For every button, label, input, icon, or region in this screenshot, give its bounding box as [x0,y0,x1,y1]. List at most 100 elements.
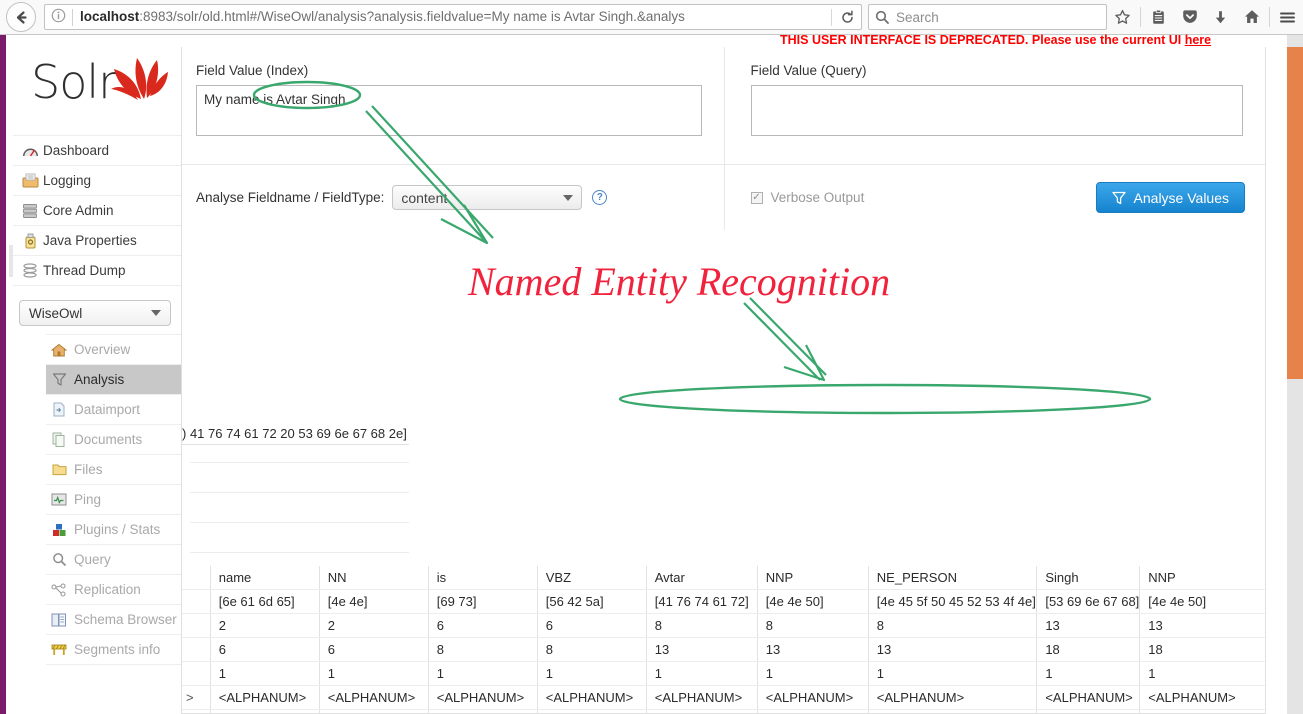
table-row: 2 2 6 6 8 8 8 13 13 [182,613,1267,638]
stub-divider-2 [190,492,409,493]
table-cell: 1 [536,661,647,686]
table-cell: [69 73] [427,589,538,614]
analyse-values-button[interactable]: Analyse Values [1095,182,1245,213]
reload-icon [841,9,853,23]
stub-divider-1 [190,462,409,463]
verbose-output-toggle[interactable]: ✓ Verbose Output [750,190,864,205]
table-cell: 1 [1036,661,1140,686]
table-body-1: name NN is VBZ Avtar NNP NE_PERSON Singh NNP [6e … [182,566,1267,714]
home-button[interactable] [1236,3,1267,31]
table-cell: <ALPHANUM> [318,685,429,710]
logging-icon [21,172,39,190]
verbose-checkbox[interactable]: ✓ [750,191,763,204]
row-marker-cell [182,709,211,714]
solr-logo[interactable]: Solr [13,35,181,135]
table-cell: 2 [318,709,429,714]
page-scrollbar-thumb[interactable] [1287,47,1303,379]
sidebar-item-analysis[interactable]: Analysis [46,365,181,395]
back-button[interactable] [6,2,36,32]
sidebar-item-java-properties[interactable]: Java Properties [13,226,181,256]
table-cell: 1 [318,661,429,686]
row-marker-cell [182,637,211,662]
browser-search-bar[interactable]: Search [868,4,1107,30]
results-table-block-1: name NN is VBZ Avtar NNP NE_PERSON Singh NNP [6e … [182,566,1267,714]
page-info-icon[interactable] [51,8,66,26]
java-properties-icon [21,232,39,250]
files-folder-icon [50,461,68,479]
sidebar-item-label: Logging [43,173,92,188]
table-cell: 8 [867,613,1037,638]
pocket-button[interactable] [1174,3,1205,31]
url-divider [72,8,73,26]
table-cell: 1 [867,661,1037,686]
library-button[interactable] [1143,3,1174,31]
bookmark-button[interactable] [1107,3,1138,31]
deprecation-banner: THIS USER INTERFACE IS DEPRECATED. Pleas… [780,33,1280,47]
row-marker-cell: > [182,685,211,710]
sidebar-item-documents[interactable]: Documents [46,425,181,455]
table-cell: <ALPHANUM> [645,685,758,710]
url-bar[interactable]: localhost:8983/solr/old.html#/WiseOwl/an… [44,4,862,30]
table-cell: 6 [536,613,647,638]
dataimport-icon [50,401,68,419]
downloads-button[interactable] [1205,3,1236,31]
table-cell: 4 [756,709,869,714]
fieldtype-group: Analyse Fieldname / FieldType: content ? [182,165,724,230]
sidebar-item-overview[interactable]: Overview [46,335,181,365]
table-cell: [4e 45 5f 50 45 52 53 4f 4e] [867,589,1037,614]
core-selector[interactable]: WiseOwl [19,300,171,326]
table-cell: <ALPHANUM> [209,685,320,710]
chevron-down-icon [563,194,574,201]
sidebar-item-plugins-stats[interactable]: Plugins / Stats [46,515,181,545]
sidebar-item-dataimport[interactable]: Dataimport [46,395,181,425]
table-cell: 4 [867,709,1037,714]
table-cell: 8 [536,637,647,662]
documents-icon [50,431,68,449]
sidebar-item-schema-browser[interactable]: Schema Browser [46,605,181,635]
analysis-funnel-icon [50,371,68,389]
field-value-query-input[interactable] [750,85,1243,136]
help-question-icon[interactable]: ? [592,190,608,205]
index-column: Field Value (Index) [182,47,724,164]
sidebar-item-query[interactable]: Query [46,545,181,575]
table-cell: NNP [756,566,869,590]
fieldtype-select[interactable]: content [392,185,583,210]
sidebar-item-ping[interactable]: Ping [46,485,181,515]
table-cell: [56 42 5a] [536,589,647,614]
table-cell: 8 [427,637,538,662]
table-cell: 1 [209,661,320,686]
table-cell: 13 [867,637,1037,662]
deprecation-message: THIS USER INTERFACE IS DEPRECATED. Pleas… [780,33,1185,47]
sidebar-item-logging[interactable]: Logging [13,166,181,196]
table-cell: 6 [318,637,429,662]
table-cell: 13 [756,637,869,662]
sidebar-item-label: Java Properties [43,233,137,248]
sidebar-item-label: Overview [74,342,131,357]
ner-annotation-title: Named Entity Recognition [468,259,891,304]
table-cell: 3 [427,709,538,714]
url-path: :8983/solr/old.html#/WiseOwl/analysis?an… [139,9,685,24]
sidebar-item-files[interactable]: Files [46,455,181,485]
fieldtype-value: content [401,189,448,206]
menu-button[interactable] [1272,3,1303,31]
hex-overflow-row: ) 41 76 74 61 72 20 53 69 6e 67 68 2e] [182,426,409,445]
sidebar-item-label: Replication [74,582,141,597]
overview-icon [50,341,68,359]
deprecation-link[interactable]: here [1185,33,1211,47]
field-value-index-input[interactable] [196,85,702,136]
sidebar-item-segments-info[interactable]: Segments info [46,635,181,665]
toolbar-divider-2 [1269,7,1270,27]
table-row: name NN is VBZ Avtar NNP NE_PERSON Singh NNP [182,566,1267,590]
stub-divider-3 [190,522,409,523]
sidebar-item-thread-dump[interactable]: Thread Dump [13,256,181,286]
table-cell: 8 [756,613,869,638]
table-cell: <ALPHANUM> [867,685,1037,710]
sidebar-item-replication[interactable]: Replication [46,575,181,605]
table-cell: NE_PERSON [867,566,1037,590]
sidebar-item-label: Ping [74,492,102,507]
sidebar-item-core-admin[interactable]: Core Admin [13,196,181,226]
toolbar-divider [1140,7,1141,27]
sidebar-item-dashboard[interactable]: Dashboard [13,136,181,166]
reload-button[interactable] [835,6,859,28]
table-row: 223344455 [182,709,1267,714]
